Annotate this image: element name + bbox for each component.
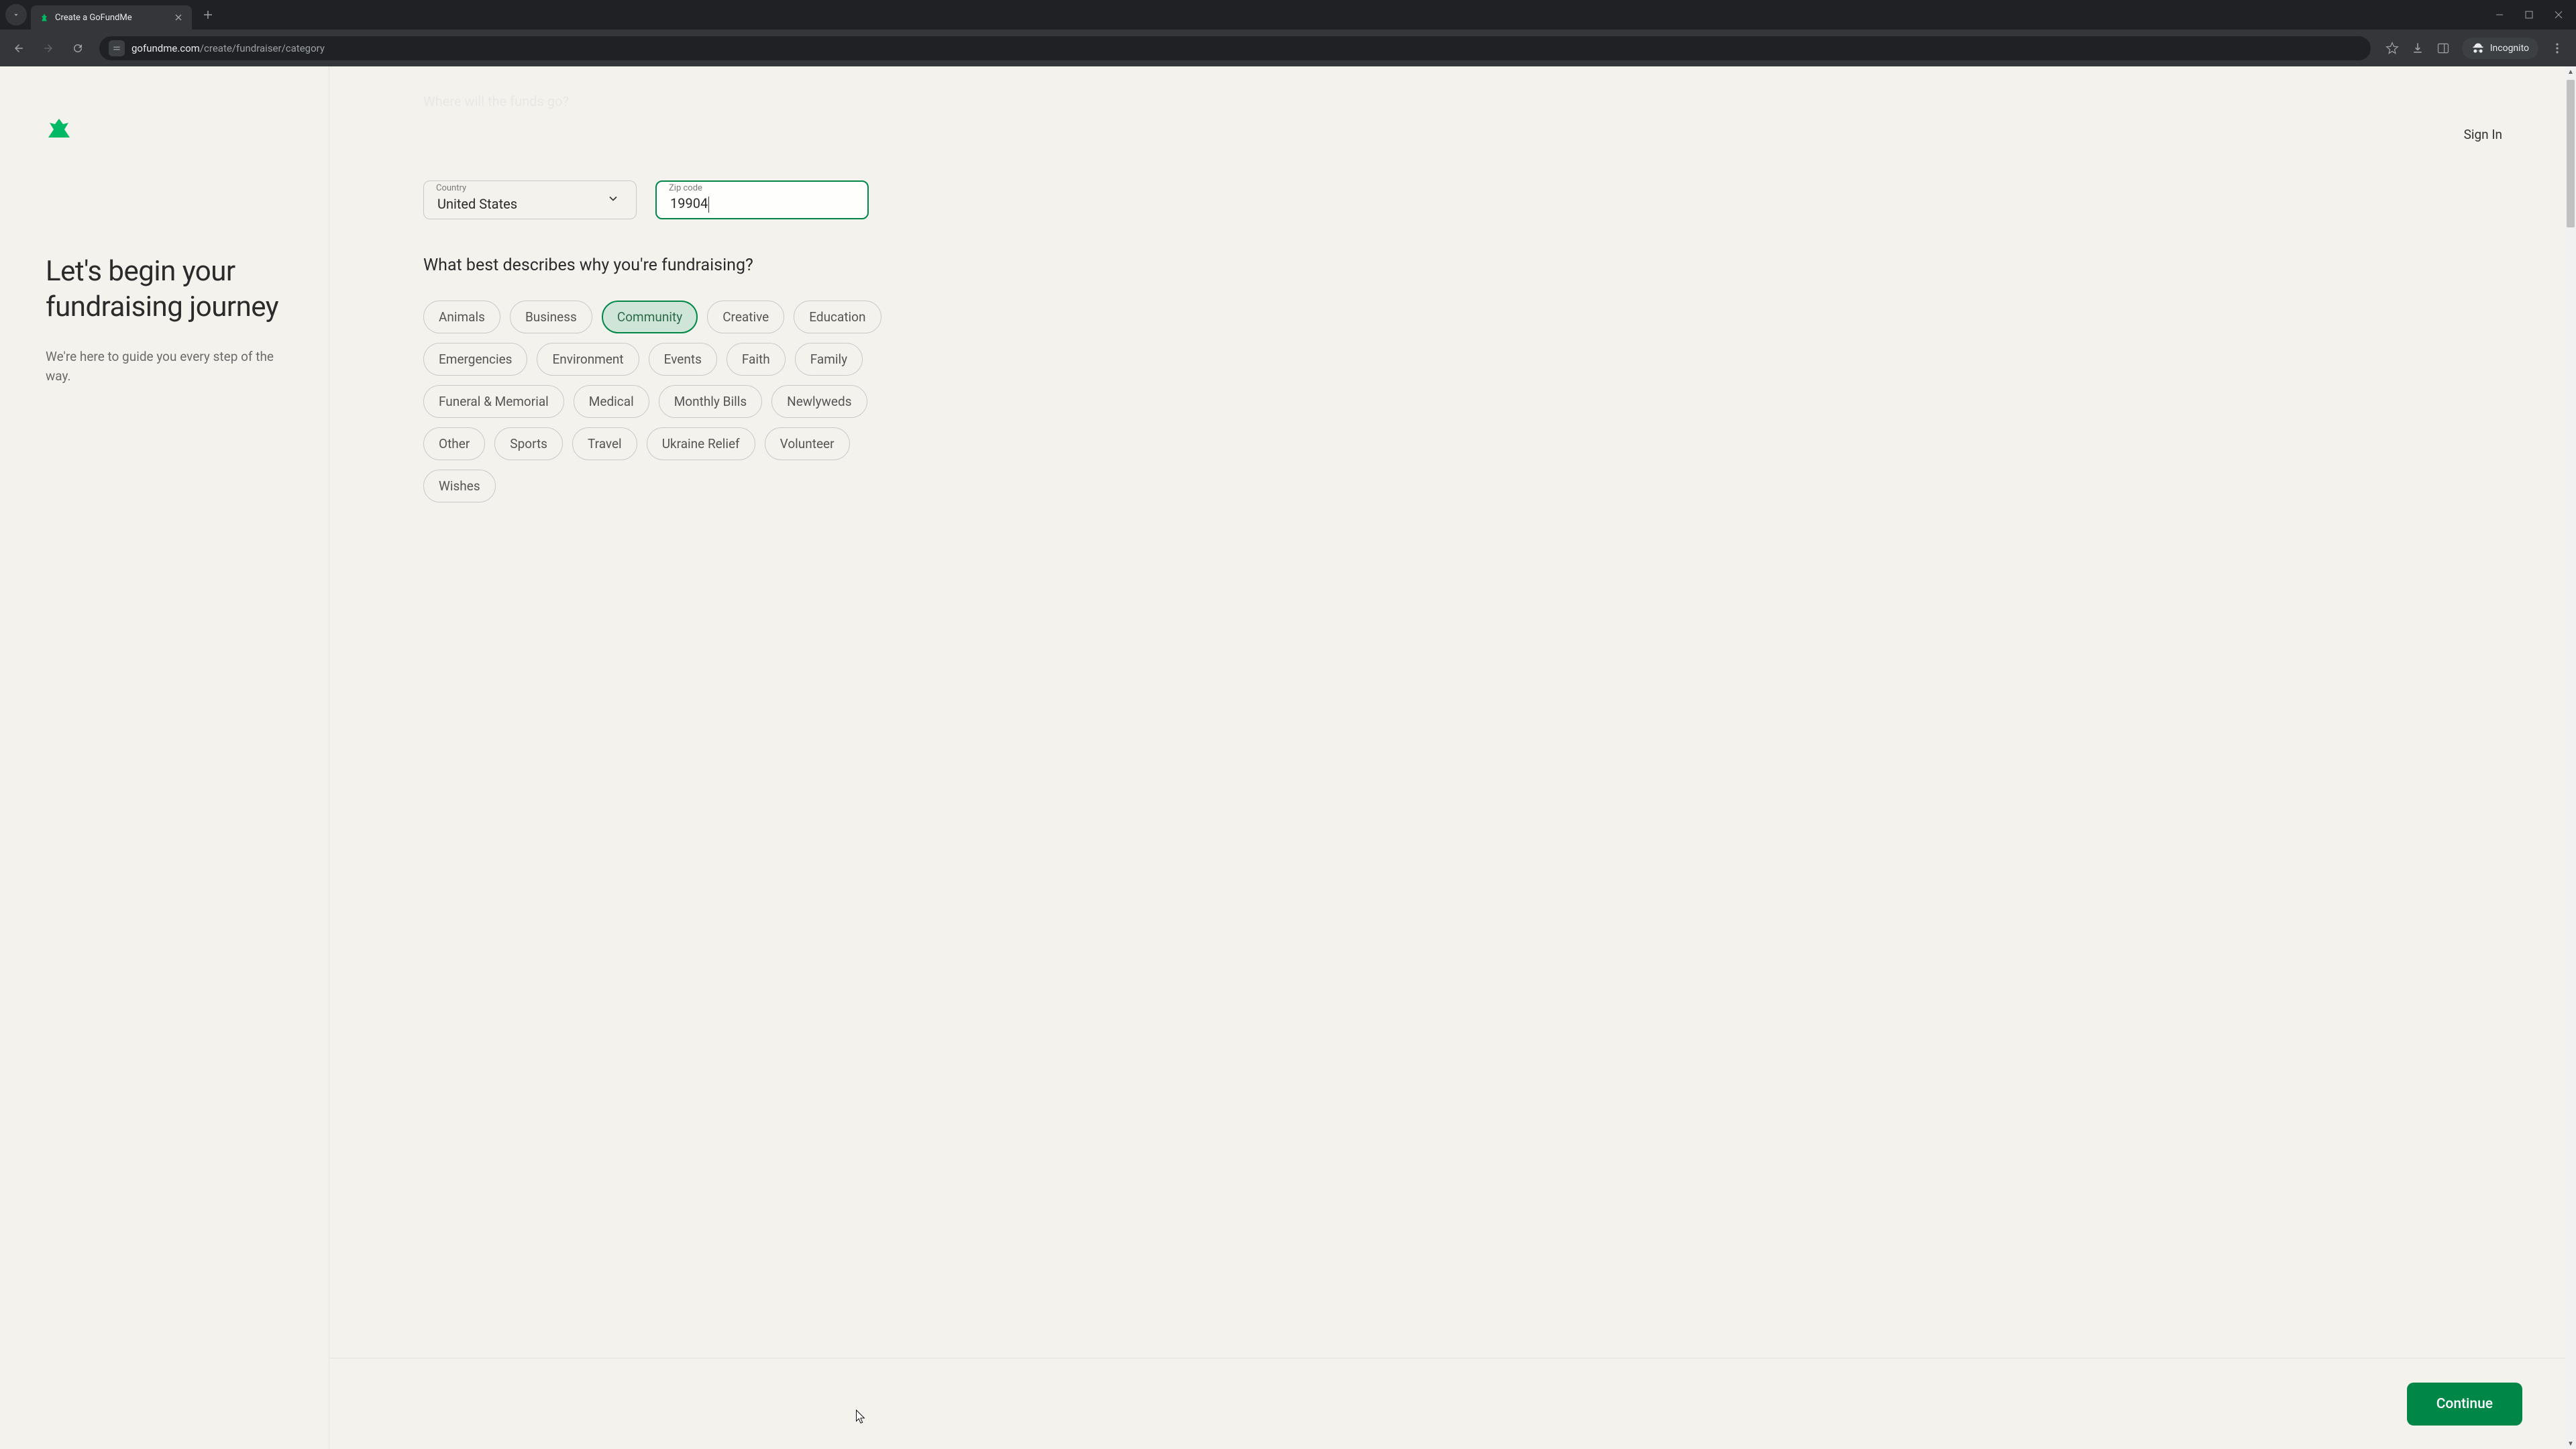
previous-question: Where will the funds go? [423, 93, 2482, 109]
category-chip-monthly-bills[interactable]: Monthly Bills [659, 385, 762, 418]
footer-bar: Continue [329, 1358, 2576, 1449]
scrollbar-thumb[interactable] [2567, 80, 2575, 227]
category-chip-education[interactable]: Education [794, 301, 881, 333]
close-tab-button[interactable] [173, 12, 184, 23]
url-text: gofundme.com/create/fundraiser/category [131, 42, 325, 54]
tab-search-button[interactable] [5, 4, 27, 25]
page-headline: Let's begin your fundraising journey [46, 254, 283, 325]
new-tab-button[interactable] [199, 5, 217, 24]
downloads-icon[interactable] [2411, 42, 2424, 55]
close-window-button[interactable] [2552, 9, 2565, 21]
reload-button[interactable] [66, 36, 90, 60]
scroll-up-arrow-icon[interactable]: ▲ [2565, 66, 2576, 77]
forward-button[interactable] [36, 36, 60, 60]
page-content: Let's begin your fundraising journey We'… [0, 66, 2576, 1449]
side-panel-icon[interactable] [2436, 42, 2450, 55]
gofundme-favicon-icon [39, 12, 50, 23]
category-chip-travel[interactable]: Travel [572, 427, 637, 460]
category-chip-emergencies[interactable]: Emergencies [423, 343, 527, 376]
category-question: What best describes why you're fundraisi… [423, 256, 2482, 275]
category-chip-wishes[interactable]: Wishes [423, 470, 496, 502]
site-info-button[interactable] [109, 40, 125, 56]
scroll-down-arrow-icon[interactable]: ▼ [2565, 1438, 2576, 1449]
browser-toolbar: gofundme.com/create/fundraiser/category … [0, 30, 2576, 66]
gofundme-logo-icon[interactable] [46, 119, 283, 140]
address-bar[interactable]: gofundme.com/create/fundraiser/category [99, 36, 2371, 60]
right-panel: Sign In Where will the funds go? Country… [329, 66, 2576, 1449]
page-subhead: We're here to guide you every step of th… [46, 347, 274, 386]
form-area: Where will the funds go? Country United … [329, 66, 2576, 529]
left-panel: Let's begin your fundraising journey We'… [0, 66, 329, 1449]
category-chip-sports[interactable]: Sports [494, 427, 563, 460]
tab-bar: Create a GoFundMe [0, 0, 2576, 30]
zip-input: 19904 [670, 195, 854, 213]
scrollbar[interactable]: ▲ ▼ [2565, 66, 2576, 1449]
continue-button[interactable]: Continue [2407, 1383, 2522, 1426]
maximize-button[interactable] [2522, 9, 2536, 21]
zip-label: Zip code [669, 180, 702, 193]
category-chip-newlyweds[interactable]: Newlyweds [771, 385, 867, 418]
category-chip-family[interactable]: Family [795, 343, 863, 376]
bookmark-icon[interactable] [2385, 42, 2399, 55]
category-chip-community[interactable]: Community [602, 301, 698, 333]
category-chip-events[interactable]: Events [649, 343, 717, 376]
category-chip-environment[interactable]: Environment [537, 343, 639, 376]
category-chip-other[interactable]: Other [423, 427, 485, 460]
text-cursor [708, 197, 709, 213]
category-chip-ukraine-relief[interactable]: Ukraine Relief [647, 427, 755, 460]
browser-chrome: Create a GoFundMe gofundme.com/create/fu… [0, 0, 2576, 66]
menu-icon[interactable] [2551, 42, 2564, 55]
category-chip-business[interactable]: Business [510, 301, 592, 333]
category-chip-volunteer[interactable]: Volunteer [765, 427, 850, 460]
country-value: United States [437, 196, 623, 212]
cursor-icon [853, 1409, 867, 1426]
country-field[interactable]: Country United States [423, 180, 637, 219]
category-chip-animals[interactable]: Animals [423, 301, 500, 333]
window-controls [2493, 9, 2576, 21]
browser-tab[interactable]: Create a GoFundMe [31, 5, 192, 30]
back-button[interactable] [7, 36, 31, 60]
category-chip-faith[interactable]: Faith [727, 343, 786, 376]
incognito-badge[interactable]: Incognito [2462, 38, 2538, 59]
tab-title: Create a GoFundMe [55, 13, 168, 23]
category-chip-creative[interactable]: Creative [707, 301, 784, 333]
category-chip-medical[interactable]: Medical [574, 385, 649, 418]
minimize-button[interactable] [2493, 9, 2506, 21]
zip-field[interactable]: Zip code 19904 [655, 180, 869, 219]
category-chip-funeral-memorial[interactable]: Funeral & Memorial [423, 385, 564, 418]
chevron-down-icon [606, 192, 620, 208]
category-chips: Animals Business Community Creative Educatio… [423, 301, 906, 502]
country-label: Country [436, 180, 466, 193]
